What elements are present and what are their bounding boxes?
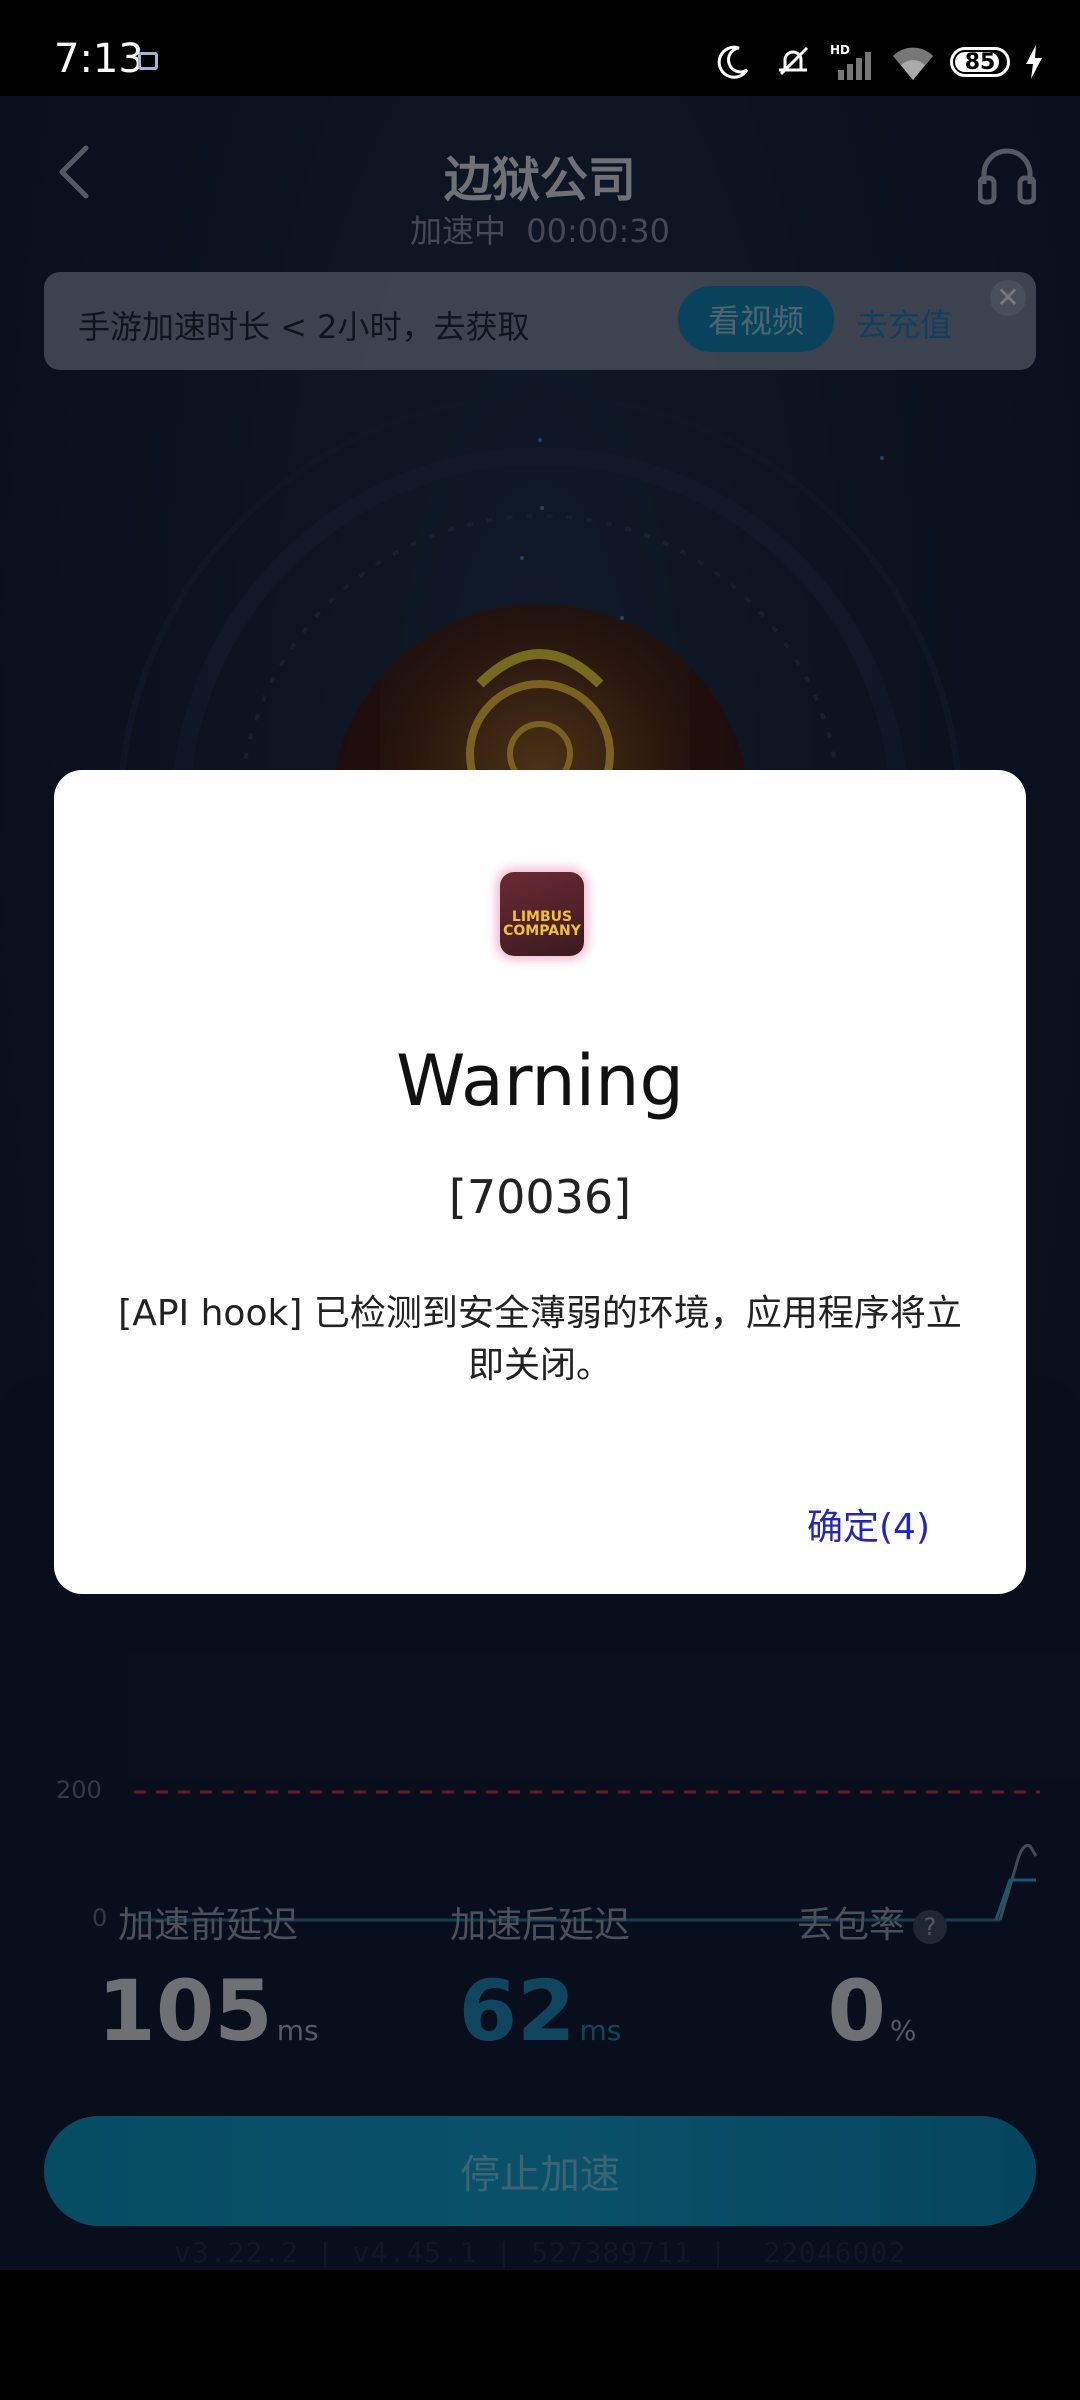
warning-dialog: LIMBUS COMPANY Warning [70036] [API hook… xyxy=(54,770,1026,1594)
navigation-bar xyxy=(0,2270,1080,2400)
silent-bell-icon xyxy=(779,46,809,76)
wifi-icon xyxy=(893,47,933,80)
network-badge: HD xyxy=(830,43,850,57)
charging-bolt-icon xyxy=(1026,45,1042,79)
status-time: 7:13 xyxy=(54,36,144,82)
image-notification-icon xyxy=(138,52,158,70)
moon-icon xyxy=(717,45,749,79)
status-bar: 7:13 HD 85 xyxy=(0,0,1080,96)
confirm-button[interactable]: 确定(4) xyxy=(807,1498,930,1550)
error-code: [70036] xyxy=(448,1170,632,1224)
screen: 7:13 HD 85 边狱公司 加速中 00:00:30 手游加速时长 < 2小… xyxy=(0,0,1080,2400)
battery-level: 85 xyxy=(964,49,996,75)
dialog-title: Warning xyxy=(396,1040,684,1122)
game-app-icon: LIMBUS COMPANY xyxy=(500,872,584,956)
battery-icon: 85 xyxy=(950,47,1010,77)
status-icons: HD 85 xyxy=(710,38,1044,86)
game-logo-text: LIMBUS COMPANY xyxy=(503,909,581,939)
dialog-message: [API hook] 已检测到安全薄弱的环境，应用程序将立即关闭。 xyxy=(118,1293,962,1386)
signal-icon: HD xyxy=(830,43,871,80)
